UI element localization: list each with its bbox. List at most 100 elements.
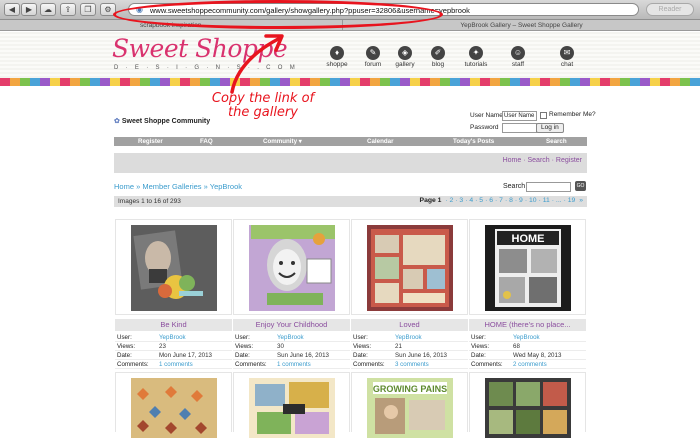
meta-comments[interactable]: 2 comments [513,361,547,368]
meta-user-label: User: [235,334,250,341]
meta-user[interactable]: YepBrook [395,334,422,341]
meta-views: 23 [159,343,166,350]
thumbnail-frame: HOME [469,219,586,315]
nav-forum[interactable]: ✎ forum [358,46,388,72]
next-page-link[interactable]: » [577,197,583,204]
item-title[interactable]: Enjoy Your Childhood [233,319,350,331]
thumbnail-frame [233,219,350,315]
page-link[interactable]: · 9 [515,197,523,204]
decorative-stripes [0,78,700,86]
nav-staff[interactable]: ☺ staff [502,46,534,72]
meta-user[interactable]: YepBrook [513,334,540,341]
thumbnail-enjoy-your-childhood[interactable] [249,225,335,311]
meta-views: 30 [277,343,284,350]
page-link[interactable]: · 6 [485,197,493,204]
breadcrumb-home[interactable]: Home [114,182,134,191]
blog-icon: ✐ [431,46,445,60]
nav-tutorials[interactable]: ✦ tutorials [456,46,496,72]
forum-title[interactable]: ✿ Sweet Shoppe Community [114,117,210,125]
breadcrumb: Home » Member Galleries » YepBrook [114,182,242,191]
cloud-icon[interactable]: ☁ [40,3,56,16]
nav-label: gallery [395,61,415,68]
page-link[interactable]: · 19 [564,197,576,204]
back-icon[interactable]: ◀ [4,3,20,16]
page-link[interactable]: · 2 [445,197,453,204]
meta-comments[interactable]: 1 comments [277,361,311,368]
page-link[interactable]: · 11 [539,197,550,204]
meta-comments[interactable]: 1 comments [159,361,193,368]
meta-date-label: Date: [471,352,486,359]
meta-comments-label: Comments: [117,361,149,368]
thumbnail-butterflies[interactable] [131,378,217,438]
breadcrumb-user[interactable]: YepBrook [210,182,242,191]
nav-faq[interactable]: FAQ [200,137,213,146]
thumbnail-collage[interactable] [249,378,335,438]
page-link[interactable]: · 3 [455,197,463,204]
link-register[interactable]: Register [556,157,582,164]
item-title[interactable]: HOME (there's no place... [469,319,586,331]
forward-icon[interactable]: ▶ [21,3,37,16]
meta-views: 21 [395,343,402,350]
browser-toolbar: ◀ ▶ ☁ ⇪ ❐ ⚙ ◉ www.sweetshoppecommunity.c… [0,0,700,20]
meta-comments[interactable]: 3 comments [395,361,429,368]
meta-comments-label: Comments: [353,361,385,368]
page-link[interactable]: · 8 [505,197,513,204]
nav-todays-posts[interactable]: Today's Posts [453,137,494,146]
annotation-text: Copy the link of the gallery [211,91,315,120]
tab-bar: scrapbook inspiration YepBrook Gallery –… [0,20,700,31]
nav-search[interactable]: Search [546,137,567,146]
link-home[interactable]: Home [503,157,522,164]
breadcrumb-member-galleries[interactable]: Member Galleries [142,182,201,191]
address-bar[interactable]: ◉ www.sweetshoppecommunity.com/gallery/s… [128,3,639,16]
settings-icon[interactable]: ⚙ [100,3,116,16]
chat-icon: ✉ [560,46,574,60]
meta-date-label: Date: [353,352,368,359]
nav-calendar[interactable]: Calendar [367,137,393,146]
link-search[interactable]: Search [528,157,550,164]
bookmarks-icon[interactable]: ❐ [80,3,96,16]
page-link[interactable]: · 10 [525,197,537,204]
remember-label: Remember Me? [549,111,596,118]
tutorials-icon: ✦ [469,46,483,60]
share-icon[interactable]: ⇪ [60,3,76,16]
meta-date-label: Date: [117,352,132,359]
reader-button[interactable]: Reader [646,3,694,16]
address-url[interactable]: www.sweetshoppecommunity.com/gallery/sho… [150,6,470,15]
item-title[interactable]: Be Kind [115,319,232,331]
item-title[interactable]: Loved [351,319,468,331]
login-button[interactable]: Log in [536,123,564,133]
thumbnail-garden[interactable] [485,378,571,438]
forum-links: Home · Search · Register [502,157,582,164]
nav-blog[interactable]: ✐ blog [424,46,452,72]
shop-icon: ♦ [330,46,344,60]
page-links: · 2 · 3 · 4 · 5 · 6 · 7 · 8 · 9 · 10 · 11 · ... · 1… [443,197,583,204]
tab-scrapbook-inspiration[interactable]: scrapbook inspiration [0,20,342,31]
remember-checkbox[interactable] [540,112,547,119]
nav-chat[interactable]: ✉ chat [552,46,582,72]
nav-gallery[interactable]: ◈ gallery [390,46,420,72]
page-link[interactable]: · 4 [465,197,473,204]
thumbnail-frame: GROWING PAINS [351,372,468,438]
page-link[interactable]: · 5 [475,197,483,204]
search-go-icon[interactable]: GO [575,181,586,191]
thumbnail-be-kind[interactable] [131,225,217,311]
gallery-search-input[interactable] [526,182,571,192]
tab-yepbrook-gallery[interactable]: YepBrook Gallery – Sweet Shoppe Gallery [342,20,700,31]
password-input[interactable] [502,123,537,133]
image-count: Images 1 to 16 of 293 [118,198,181,205]
meta-comments-label: Comments: [471,361,503,368]
thumbnail-home[interactable]: HOME [485,225,571,311]
thumbnail-growing-pains[interactable]: GROWING PAINS [367,378,453,438]
page-link[interactable]: · 7 [495,197,503,204]
nav-shoppe[interactable]: ♦ shoppe [322,46,352,72]
thumbnail-frame [469,372,586,438]
thumbnail-loved[interactable] [367,225,453,311]
meta-user[interactable]: YepBrook [159,334,186,341]
meta-user[interactable]: YepBrook [277,334,304,341]
staff-icon: ☺ [511,46,525,60]
site-logo[interactable]: Sweet Shoppe [112,34,288,63]
meta-user-label: User: [353,334,368,341]
username-input[interactable]: User Name [502,111,537,121]
nav-community[interactable]: Community ▾ [263,137,302,146]
nav-register[interactable]: Register [138,137,163,146]
